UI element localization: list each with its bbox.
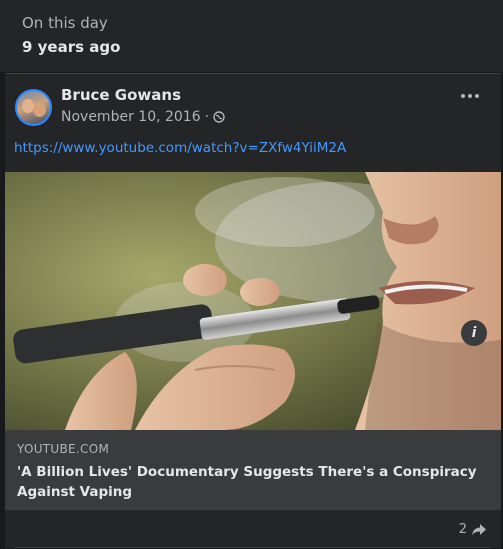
author-name[interactable]: Bruce Gowans [61, 86, 181, 104]
shares-count[interactable]: 2 [459, 522, 487, 537]
meta-separator: · [204, 109, 210, 125]
memory-header: On this day 9 years ago [0, 0, 503, 72]
avatar-face [33, 102, 46, 117]
more-options-button[interactable] [461, 94, 479, 98]
on-this-day-label: On this day [22, 14, 108, 32]
post-footer: 2 [5, 510, 501, 548]
avatar[interactable] [15, 89, 52, 126]
preview-title[interactable]: 'A Billion Lives' Documentary Suggests T… [17, 462, 487, 502]
preview-image[interactable] [5, 172, 501, 430]
post-date[interactable]: November 10, 2016 [61, 109, 201, 125]
share-icon [472, 523, 486, 535]
preview-domain: YOUTUBE.COM [17, 442, 110, 456]
globe-icon [213, 111, 225, 123]
link-preview[interactable]: YOUTUBE.COM 'A Billion Lives' Documentar… [5, 430, 501, 510]
post-card: Bruce Gowans November 10, 2016 · https:/… [5, 73, 501, 548]
info-button[interactable]: i [461, 320, 487, 346]
post-meta: November 10, 2016 · [61, 109, 225, 125]
time-ago-label: 9 years ago [22, 38, 121, 56]
dot-icon [461, 94, 465, 98]
dot-icon [468, 94, 472, 98]
share-count-value: 2 [458, 522, 467, 537]
dot-icon [475, 94, 479, 98]
post-link[interactable]: https://www.youtube.com/watch?v=ZXfw4Yii… [14, 140, 346, 156]
vaping-photo [5, 172, 501, 430]
footer-divider [15, 547, 491, 548]
